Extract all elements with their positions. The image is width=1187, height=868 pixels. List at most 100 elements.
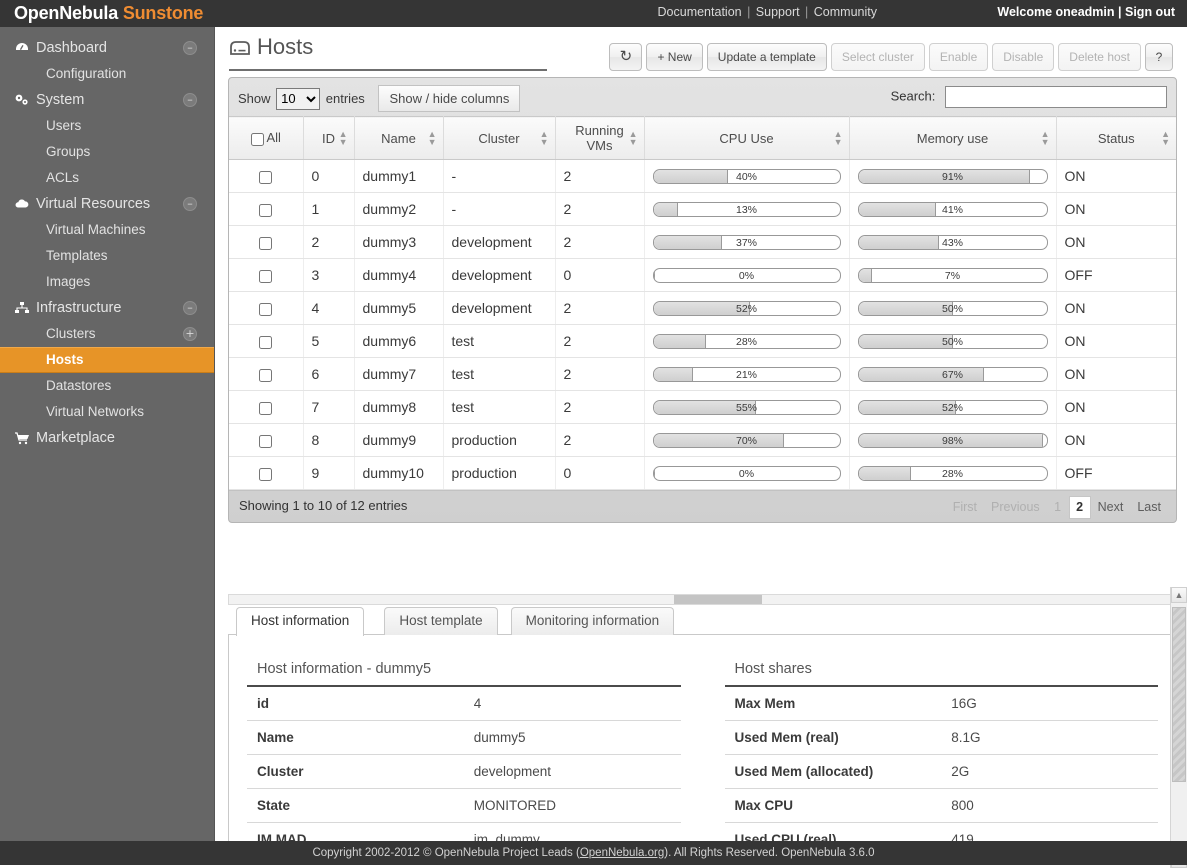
sidebar-item-clusters[interactable]: Clusters+ xyxy=(0,321,214,347)
tab-monitoring-information[interactable]: Monitoring information xyxy=(511,607,675,635)
sidebar-item-virtual-resources[interactable]: Virtual Resources– xyxy=(0,191,214,217)
pagination-next[interactable]: Next xyxy=(1091,496,1131,519)
opennebula-link[interactable]: OpenNebula.org xyxy=(580,847,664,859)
scroll-up-icon[interactable]: ▲ xyxy=(1171,587,1187,603)
pagination-previous[interactable]: Previous xyxy=(984,496,1047,519)
row-checkbox-cell[interactable] xyxy=(229,325,303,358)
sidebar-item-label: System xyxy=(36,92,84,108)
tab-host-information[interactable]: Host information xyxy=(236,607,364,636)
row-checkbox[interactable] xyxy=(259,270,272,283)
sidebar-item-templates[interactable]: Templates xyxy=(0,243,214,269)
enable-button[interactable]: Enable xyxy=(929,43,988,71)
table-row[interactable]: 3dummy4development00%7%OFF xyxy=(229,259,1176,292)
table-row[interactable]: 5dummy6test228%50%ON xyxy=(229,325,1176,358)
table-row[interactable]: 4dummy5development252%50%ON xyxy=(229,292,1176,325)
update-template-button[interactable]: Update a template xyxy=(707,43,827,71)
nav-documentation[interactable]: Documentation xyxy=(658,5,742,19)
header-running-vms[interactable]: Running VMs ▲▼ xyxy=(555,117,644,160)
pagination-page-1[interactable]: 1 xyxy=(1047,496,1069,519)
sidebar-item-datastores[interactable]: Datastores xyxy=(0,373,214,399)
header-name[interactable]: Name ▲▼ xyxy=(354,117,443,160)
table-row[interactable]: 6dummy7test221%67%ON xyxy=(229,358,1176,391)
select-cluster-button[interactable]: Select cluster xyxy=(831,43,925,71)
sidebar-item-virtual-machines[interactable]: Virtual Machines xyxy=(0,217,214,243)
sidebar-item-users[interactable]: Users xyxy=(0,113,214,139)
horizontal-scrollbar-thumb[interactable] xyxy=(674,595,762,604)
header-cluster[interactable]: Cluster ▲▼ xyxy=(443,117,555,160)
host-information-key: Cluster xyxy=(247,755,464,789)
minus-icon[interactable]: – xyxy=(183,301,197,315)
row-checkbox[interactable] xyxy=(259,237,272,250)
minus-icon[interactable]: – xyxy=(183,93,197,107)
sidebar-item-dashboard[interactable]: Dashboard– xyxy=(0,35,214,61)
pagination-page-2[interactable]: 2 xyxy=(1069,496,1091,519)
nav-community[interactable]: Community xyxy=(814,5,877,19)
help-button[interactable]: ? xyxy=(1145,43,1173,71)
row-checkbox-cell[interactable] xyxy=(229,391,303,424)
cell-memory-use: 50% xyxy=(849,292,1056,325)
entries-select[interactable]: 102550100 xyxy=(276,88,320,110)
tab-host-template[interactable]: Host template xyxy=(384,607,497,635)
table-row[interactable]: 9dummy10production00%28%OFF xyxy=(229,457,1176,490)
vertical-scrollbar-thumb[interactable] xyxy=(1172,607,1186,782)
row-checkbox-cell[interactable] xyxy=(229,193,303,226)
table-row[interactable]: 0dummy1-240%91%ON xyxy=(229,160,1176,193)
table-row[interactable]: 2dummy3development237%43%ON xyxy=(229,226,1176,259)
header-id[interactable]: ID ▲▼ xyxy=(303,117,354,160)
table-row[interactable]: 8dummy9production270%98%ON xyxy=(229,424,1176,457)
show-hide-columns-button[interactable]: Show / hide columns xyxy=(378,85,520,112)
host-information-row: id4 xyxy=(247,686,681,721)
host-shares-column: Host shares Max Mem16GUsed Mem (real)8.1… xyxy=(725,661,1159,864)
sidebar-item-infrastructure[interactable]: Infrastructure– xyxy=(0,295,214,321)
minus-icon[interactable]: – xyxy=(183,197,197,211)
row-checkbox[interactable] xyxy=(259,336,272,349)
header-status[interactable]: Status ▲▼ xyxy=(1056,117,1176,160)
sidebar-item-configuration[interactable]: Configuration xyxy=(0,61,214,87)
nav-support[interactable]: Support xyxy=(756,5,800,19)
row-checkbox-cell[interactable] xyxy=(229,358,303,391)
sort-icon-id: ▲▼ xyxy=(339,130,348,146)
row-checkbox[interactable] xyxy=(259,468,272,481)
horizontal-scrollbar[interactable] xyxy=(228,594,1177,605)
row-checkbox-cell[interactable] xyxy=(229,457,303,490)
plus-icon[interactable]: + xyxy=(183,327,197,341)
pagination-first[interactable]: First xyxy=(946,496,984,519)
search-input[interactable] xyxy=(945,86,1167,108)
row-checkbox-cell[interactable] xyxy=(229,424,303,457)
minus-icon[interactable]: – xyxy=(183,41,197,55)
table-row[interactable]: 1dummy2-213%41%ON xyxy=(229,193,1176,226)
header-cpu-use[interactable]: CPU Use ▲▼ xyxy=(644,117,849,160)
memory-bar: 50% xyxy=(858,301,1048,316)
row-checkbox-cell[interactable] xyxy=(229,259,303,292)
cell-id: 3 xyxy=(303,259,354,292)
table-row[interactable]: 7dummy8test255%52%ON xyxy=(229,391,1176,424)
disable-button[interactable]: Disable xyxy=(992,43,1054,71)
row-checkbox-cell[interactable] xyxy=(229,292,303,325)
row-checkbox[interactable] xyxy=(259,402,272,415)
sidebar-item-acls[interactable]: ACLs xyxy=(0,165,214,191)
row-checkbox-cell[interactable] xyxy=(229,160,303,193)
new-button[interactable]: + New xyxy=(646,43,702,71)
memory-bar-label: 50% xyxy=(859,302,1047,316)
vertical-scrollbar[interactable]: ▲ ▼ xyxy=(1170,587,1187,868)
sidebar-item-marketplace[interactable]: Marketplace xyxy=(0,425,214,451)
sidebar-item-groups[interactable]: Groups xyxy=(0,139,214,165)
sidebar-item-hosts[interactable]: Hosts xyxy=(0,347,214,373)
delete-host-button[interactable]: Delete host xyxy=(1058,43,1141,71)
sidebar-item-label: Users xyxy=(46,118,81,133)
sidebar-item-images[interactable]: Images xyxy=(0,269,214,295)
sidebar-item-system[interactable]: System – xyxy=(0,87,214,113)
row-checkbox[interactable] xyxy=(259,303,272,316)
row-checkbox[interactable] xyxy=(259,204,272,217)
row-checkbox[interactable] xyxy=(259,435,272,448)
refresh-button[interactable]: ↻ xyxy=(609,43,642,71)
row-checkbox-cell[interactable] xyxy=(229,226,303,259)
pagination-last[interactable]: Last xyxy=(1130,496,1168,519)
sidebar-item-virtual-networks[interactable]: Virtual Networks xyxy=(0,399,214,425)
sign-out-link[interactable]: Sign out xyxy=(1125,5,1175,19)
header-select-all[interactable]: All xyxy=(229,117,303,160)
row-checkbox[interactable] xyxy=(259,171,272,184)
header-memory-use[interactable]: Memory use ▲▼ xyxy=(849,117,1056,160)
row-checkbox[interactable] xyxy=(259,369,272,382)
select-all-checkbox[interactable] xyxy=(251,133,264,146)
